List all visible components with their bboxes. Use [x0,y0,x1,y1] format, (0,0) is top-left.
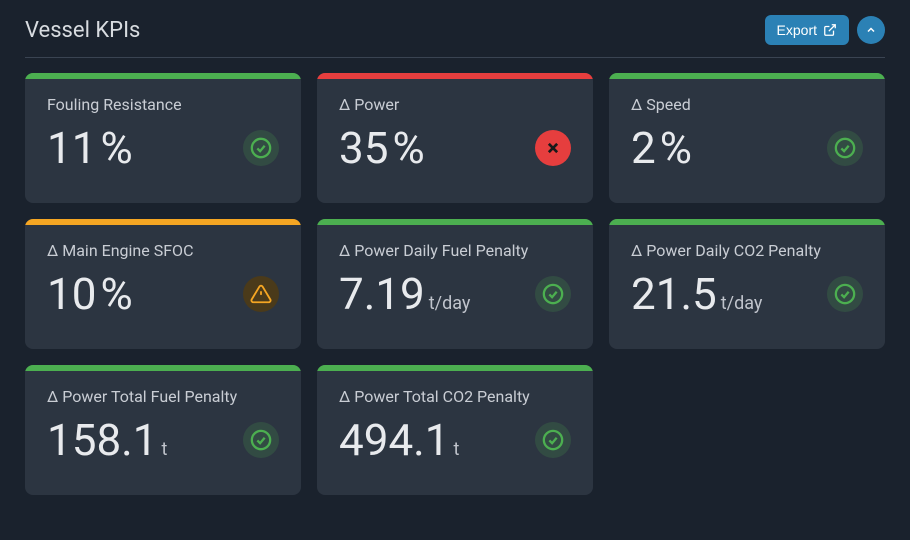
kpi-unit: % [100,126,132,170]
collapse-button[interactable] [857,16,885,44]
kpi-value-row: 494.1t [339,418,571,462]
status-stripe [317,73,593,79]
kpi-value: 21.5t/day [631,272,762,316]
kpi-card[interactable]: Δ Power Total Fuel Penalty 158.1t [25,365,301,495]
kpi-card[interactable]: Δ Power Total CO2 Penalty 494.1t [317,365,593,495]
status-stripe [25,73,301,79]
kpi-value-row: 10% [47,272,279,316]
kpi-unit: % [100,272,132,316]
kpi-card[interactable]: Δ Power Daily Fuel Penalty 7.19t/day [317,219,593,349]
kpi-card[interactable]: Δ Power 35% [317,73,593,203]
chevron-up-icon [865,24,877,36]
kpi-number: 7.19 [339,272,425,316]
kpi-value: 158.1t [47,418,167,462]
status-stripe [609,73,885,79]
status-stripe [317,219,593,225]
external-link-icon [823,23,837,37]
kpi-unit: t [454,441,460,459]
check-circle-icon [243,130,279,166]
kpi-label: Δ Speed [631,95,863,114]
kpi-cards-grid: Fouling Resistance 11% Δ Power 35% Δ Speed 2%… [25,73,885,495]
page-title: Vessel KPIs [25,18,140,43]
check-circle-icon [243,422,279,458]
kpi-value-row: 35% [339,126,571,170]
kpi-value: 7.19t/day [339,272,470,316]
kpi-card[interactable]: Δ Speed 2% [609,73,885,203]
kpi-unit: t/day [429,295,471,313]
warning-triangle-icon [243,276,279,312]
kpi-number: 35 [339,126,388,170]
export-button[interactable]: Export [765,15,849,45]
kpi-label: Δ Power Daily Fuel Penalty [339,241,571,260]
kpi-number: 2 [631,126,656,170]
x-circle-icon [535,130,571,166]
kpi-value-row: 21.5t/day [631,272,863,316]
kpi-number: 494.1 [339,418,450,462]
kpi-unit: t [162,441,168,459]
panel-header: Vessel KPIs Export [25,15,885,58]
export-label: Export [777,22,817,38]
kpi-unit: % [660,126,692,170]
kpi-label: Δ Power [339,95,571,114]
status-stripe [317,365,593,371]
check-circle-icon [827,276,863,312]
kpi-value-row: 11% [47,126,279,170]
kpi-unit: t/day [721,295,763,313]
kpi-number: 11 [47,126,96,170]
kpi-value: 10% [47,272,133,316]
status-stripe [25,219,301,225]
check-circle-icon [535,422,571,458]
status-stripe [609,219,885,225]
kpi-label: Fouling Resistance [47,95,279,114]
kpi-label: Δ Power Total Fuel Penalty [47,387,279,406]
kpi-number: 10 [47,272,96,316]
status-stripe [25,365,301,371]
kpi-value: 35% [339,126,425,170]
kpi-value-row: 2% [631,126,863,170]
kpi-value: 494.1t [339,418,459,462]
kpi-value-row: 7.19t/day [339,272,571,316]
kpi-card[interactable]: Δ Power Daily CO2 Penalty 21.5t/day [609,219,885,349]
kpi-label: Δ Power Daily CO2 Penalty [631,241,863,260]
kpi-card[interactable]: Δ Main Engine SFOC 10% [25,219,301,349]
kpi-value: 2% [631,126,692,170]
check-circle-icon [827,130,863,166]
kpi-number: 21.5 [631,272,717,316]
kpi-unit: % [392,126,424,170]
kpi-value: 11% [47,126,133,170]
check-circle-icon [535,276,571,312]
kpi-value-row: 158.1t [47,418,279,462]
kpi-card[interactable]: Fouling Resistance 11% [25,73,301,203]
header-actions: Export [765,15,885,45]
kpi-label: Δ Power Total CO2 Penalty [339,387,571,406]
kpi-label: Δ Main Engine SFOC [47,241,279,260]
kpi-number: 158.1 [47,418,158,462]
